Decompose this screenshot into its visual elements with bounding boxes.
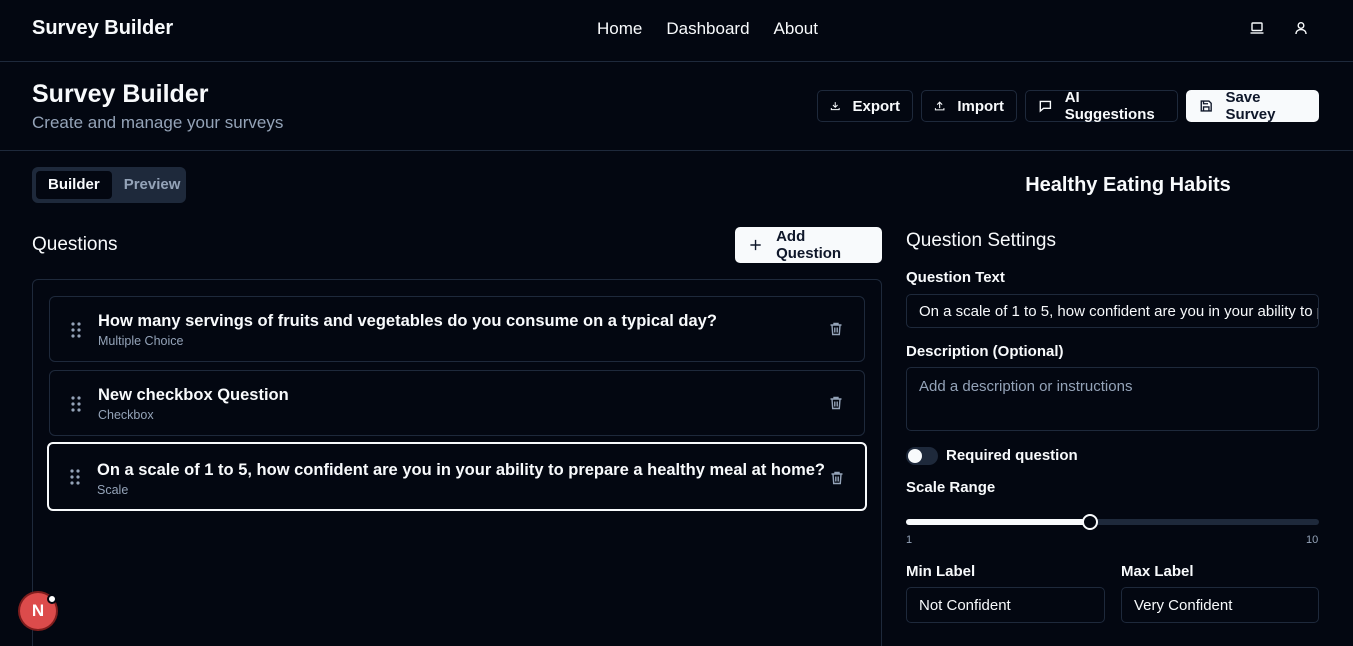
add-question-label: Add Question <box>776 228 842 262</box>
tab-builder[interactable]: Builder <box>36 171 112 199</box>
message-square-icon <box>1039 100 1052 113</box>
export-label: Export <box>852 97 900 115</box>
question-text-input[interactable]: On a scale of 1 to 5, how confident are … <box>906 294 1319 328</box>
slider-thumb[interactable] <box>1082 514 1098 530</box>
questions-heading: Questions <box>32 234 118 255</box>
laptop-icon[interactable] <box>1249 20 1265 36</box>
survey-title: Healthy Eating Habits <box>1025 174 1231 196</box>
top-navbar: Survey Builder Home Dashboard About <box>0 0 1353 62</box>
question-text-label: Question Text <box>906 269 1005 286</box>
page-title: Survey Builder <box>32 80 209 108</box>
question-card[interactable]: How many servings of fruits and vegetabl… <box>49 296 865 362</box>
page-subtitle: Create and manage your surveys <box>32 113 284 132</box>
scale-min-value: 1 <box>906 534 913 546</box>
save-survey-button[interactable]: Save Survey <box>1186 89 1319 123</box>
grip-vertical-icon[interactable] <box>70 395 82 413</box>
max-label-title: Max Label <box>1121 563 1194 580</box>
notification-dot <box>47 594 57 604</box>
builder-preview-tabs: Builder Preview <box>32 167 186 203</box>
download-icon <box>830 102 840 111</box>
scale-max-value: 10 <box>1306 534 1319 546</box>
grip-vertical-icon[interactable] <box>70 321 82 339</box>
ai-suggestions-button[interactable]: AI Suggestions <box>1025 89 1178 123</box>
trash-icon[interactable] <box>829 470 845 486</box>
scale-range-slider[interactable] <box>906 514 1319 530</box>
brand-logo[interactable]: Survey Builder <box>32 17 173 40</box>
nav-link-home[interactable]: Home <box>597 19 642 39</box>
trash-icon[interactable] <box>828 395 844 411</box>
grip-vertical-icon[interactable] <box>69 468 81 486</box>
toggle-knob <box>908 449 922 463</box>
question-type: Checkbox <box>98 408 154 422</box>
export-button[interactable]: Export <box>817 90 913 122</box>
question-text: How many servings of fruits and vegetabl… <box>98 312 717 330</box>
max-label-input[interactable]: Very Confident <box>1121 587 1319 623</box>
question-card-selected[interactable]: On a scale of 1 to 5, how confident are … <box>47 442 867 511</box>
plus-icon <box>750 239 761 251</box>
question-text: On a scale of 1 to 5, how confident are … <box>97 461 825 479</box>
question-card[interactable]: New checkbox Question Checkbox <box>49 370 865 436</box>
nav-link-dashboard[interactable]: Dashboard <box>666 19 749 39</box>
nav-link-about[interactable]: About <box>774 19 818 39</box>
question-type: Scale <box>97 483 129 497</box>
scale-range-label: Scale Range <box>906 479 996 496</box>
upload-icon <box>934 101 945 111</box>
question-text: New checkbox Question <box>98 386 289 404</box>
description-label: Description (Optional) <box>906 343 1064 360</box>
trash-icon[interactable] <box>828 321 844 337</box>
min-label-title: Min Label <box>906 563 976 580</box>
nav-links: Home Dashboard About <box>597 19 818 39</box>
import-label: Import <box>957 97 1004 115</box>
import-button[interactable]: Import <box>921 90 1017 122</box>
page-header: Survey Builder Create and manage your su… <box>0 62 1353 151</box>
required-label: Required question <box>946 447 1078 464</box>
required-toggle[interactable] <box>906 447 938 465</box>
question-type: Multiple Choice <box>98 334 184 348</box>
question-settings-heading: Question Settings <box>906 230 1056 251</box>
slider-fill <box>906 519 1090 525</box>
save-survey-label: Save Survey <box>1225 89 1276 123</box>
add-question-button[interactable]: Add Question <box>735 227 882 263</box>
tab-preview[interactable]: Preview <box>112 171 193 199</box>
description-textarea[interactable]: Add a description or instructions <box>906 367 1319 431</box>
min-label-input[interactable]: Not Confident <box>906 587 1105 623</box>
save-icon <box>1200 100 1212 112</box>
ai-suggestions-label: AI Suggestions <box>1064 89 1155 123</box>
user-icon[interactable] <box>1293 20 1309 36</box>
